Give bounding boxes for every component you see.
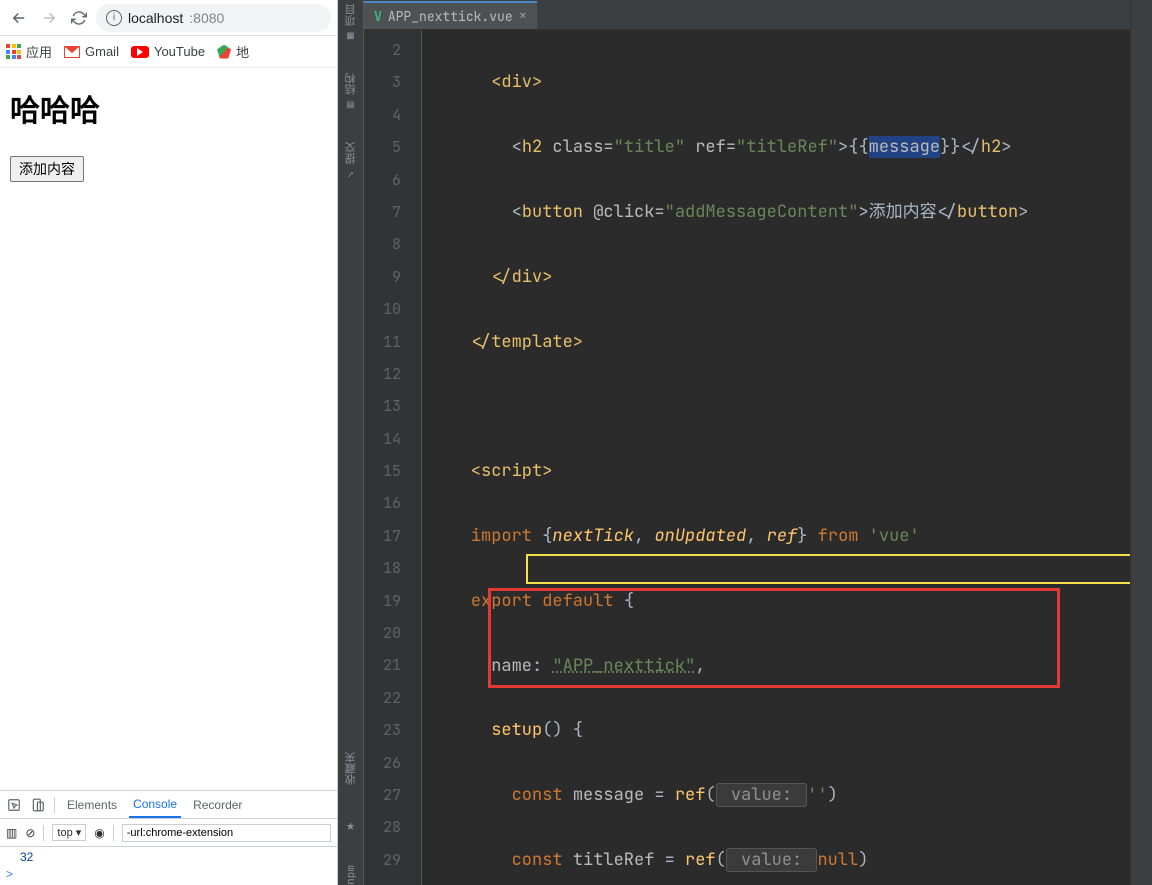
youtube-icon — [131, 46, 149, 58]
add-content-button[interactable]: 添加内容 — [10, 156, 84, 182]
devtools-tab-console[interactable]: Console — [129, 792, 181, 818]
line-number: 22 — [364, 682, 401, 714]
bookmark-gmail[interactable]: Gmail — [64, 44, 119, 59]
code-content[interactable]: <div> <h2 class="title" ref="titleRef">{… — [422, 30, 1130, 885]
line-number: 10 — [364, 293, 401, 325]
console-output: 32 > — [0, 847, 337, 885]
console-sidebar-icon[interactable]: ▥ — [6, 826, 17, 840]
line-number-gutter: 2 3 4 5 6 7 8 9 10 11 12 13 14 15 16 17 … — [364, 30, 422, 885]
line-number: 6 — [364, 164, 401, 196]
device-toggle-icon[interactable] — [30, 798, 46, 812]
site-info-icon[interactable]: i — [106, 10, 122, 26]
ide-left-tool-rail: ▦项目 ▤结构 ✓提交 收藏夹 ★ npm — [338, 0, 364, 885]
line-number: 26 — [364, 747, 401, 779]
maps-label: 地 — [236, 42, 249, 61]
clear-console-icon[interactable]: ⊘ — [25, 826, 35, 840]
page-heading: 哈哈哈 — [10, 86, 327, 130]
line-number: 23 — [364, 714, 401, 746]
bookmarks-bar: 应用 Gmail YouTube 地 — [0, 36, 337, 68]
bookmark-maps[interactable]: 地 — [217, 42, 249, 61]
line-number: 8 — [364, 228, 401, 260]
url-port: :8080 — [189, 10, 224, 26]
line-number: 5 — [364, 131, 401, 163]
vue-file-icon: V — [374, 8, 382, 25]
line-number: 15 — [364, 455, 401, 487]
line-number: 7 — [364, 196, 401, 228]
address-bar[interactable]: i localhost :8080 — [96, 4, 331, 32]
devtools-tab-elements[interactable]: Elements — [63, 793, 121, 817]
maps-icon — [217, 45, 231, 59]
browser-window: i localhost :8080 应用 Gmail YouTube 地 哈哈哈 … — [0, 0, 338, 885]
forward-button[interactable] — [36, 5, 62, 31]
ide-window: ▦项目 ▤结构 ✓提交 收藏夹 ★ npm V APP_nexttick.vue… — [338, 0, 1152, 885]
inspect-icon[interactable] — [6, 798, 22, 812]
apps-label: 应用 — [26, 42, 52, 61]
reload-button[interactable] — [66, 5, 92, 31]
ide-tabbar: V APP_nexttick.vue × — [364, 0, 1130, 30]
line-number: 21 — [364, 649, 401, 681]
line-number: 4 — [364, 99, 401, 131]
line-number: 16 — [364, 487, 401, 519]
editor-tab-active[interactable]: V APP_nexttick.vue × — [364, 1, 537, 29]
annotation-yellow-box — [526, 554, 1130, 584]
apps-shortcut[interactable]: 应用 — [6, 42, 52, 61]
apps-grid-icon — [6, 44, 21, 59]
rail-npm[interactable]: npm — [344, 865, 358, 885]
console-prompt[interactable]: > — [0, 865, 337, 883]
star-icon[interactable]: ★ — [346, 815, 355, 835]
line-number: 11 — [364, 326, 401, 358]
line-number: 19 — [364, 585, 401, 617]
gmail-icon — [64, 46, 80, 58]
gmail-label: Gmail — [85, 44, 119, 59]
devtools-tabbar: Elements Console Recorder — [0, 791, 337, 819]
devtools-console-toolbar: ▥ ⊘ top ▾ ◉ — [0, 819, 337, 847]
devtools-panel: Elements Console Recorder ▥ ⊘ top ▾ ◉ 32… — [0, 790, 337, 885]
back-button[interactable] — [6, 5, 32, 31]
code-editor[interactable]: 2 3 4 5 6 7 8 9 10 11 12 13 14 15 16 17 … — [364, 30, 1130, 885]
line-number: 29 — [364, 844, 401, 876]
ide-editor-area: V APP_nexttick.vue × 2 3 4 5 6 7 8 9 10 … — [364, 0, 1130, 885]
rail-commit[interactable]: ✓提交 — [343, 142, 359, 181]
page-viewport: 哈哈哈 添加内容 — [0, 68, 337, 790]
line-number: 14 — [364, 423, 401, 455]
tab-filename: APP_nexttick.vue — [388, 8, 513, 25]
ide-right-rail — [1130, 0, 1152, 885]
rail-bookmarks[interactable]: 收藏夹 — [343, 752, 359, 785]
url-host: localhost — [128, 10, 183, 26]
close-tab-icon[interactable]: × — [519, 7, 527, 25]
bookmark-youtube[interactable]: YouTube — [131, 44, 205, 59]
line-number: 2 — [364, 34, 401, 66]
line-number: 13 — [364, 390, 401, 422]
line-number: 17 — [364, 520, 401, 552]
line-number: 9 — [364, 261, 401, 293]
console-log-line: 32 — [0, 849, 337, 865]
line-number: 28 — [364, 811, 401, 843]
console-filter-input[interactable] — [122, 824, 331, 842]
line-number: 18 — [364, 552, 401, 584]
line-number: 3 — [364, 66, 401, 98]
line-number: 27 — [364, 779, 401, 811]
line-number: 12 — [364, 358, 401, 390]
live-expression-icon[interactable]: ◉ — [94, 826, 104, 840]
youtube-label: YouTube — [154, 44, 205, 59]
devtools-tab-recorder[interactable]: Recorder — [189, 793, 246, 817]
rail-project[interactable]: ▦项目 — [343, 4, 359, 43]
rail-structure[interactable]: ▤结构 — [343, 73, 359, 112]
browser-nav-toolbar: i localhost :8080 — [0, 0, 337, 36]
console-context-select[interactable]: top ▾ — [52, 824, 86, 841]
line-number: 20 — [364, 617, 401, 649]
